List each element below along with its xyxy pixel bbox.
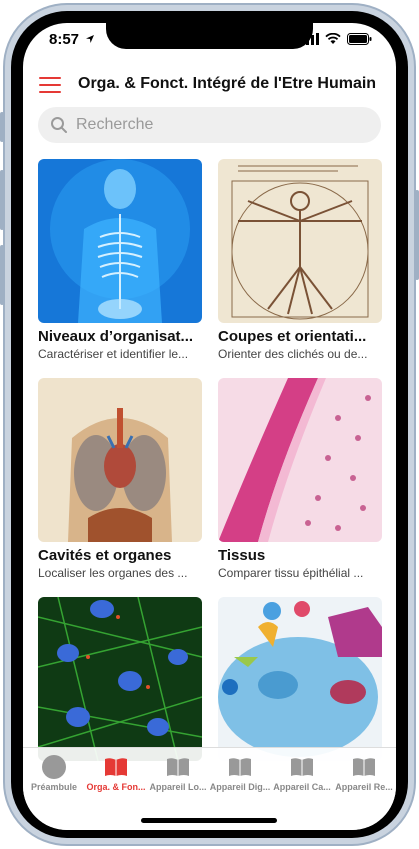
card-subtitle: Localiser les organes des ... [38, 566, 188, 580]
side-button [415, 190, 419, 280]
side-button [0, 112, 4, 142]
card-image-vitruvian [218, 159, 382, 323]
book-icon [105, 758, 127, 776]
card-image-cells [38, 597, 202, 761]
status-time: 8:57 [49, 31, 95, 48]
module-card[interactable]: Niveaux d’organisat... Caractériser et i… [38, 159, 202, 361]
search-icon [51, 117, 67, 133]
tab-label: Appareil Ca... [273, 782, 331, 792]
book-icon [353, 758, 375, 776]
screen: 8:57 Orga. & Fonct. Intégré de l'Etre Hu… [23, 23, 396, 830]
side-button [0, 170, 4, 230]
tab-label: Orga. & Fon... [86, 782, 146, 792]
tab-label: Appareil Re... [335, 782, 393, 792]
home-indicator [141, 818, 277, 823]
status-icons [301, 33, 372, 45]
book-icon [229, 758, 251, 776]
location-arrow-icon [86, 35, 95, 43]
tab-label: Appareil Lo... [149, 782, 207, 792]
card-image-skeleton [38, 159, 202, 323]
tab-appareil-lo[interactable]: Appareil Lo... [147, 754, 209, 792]
module-card[interactable] [218, 597, 382, 768]
search-input[interactable] [76, 116, 366, 134]
module-card[interactable]: Cavités et organes Localiser les organes… [38, 378, 202, 580]
app-header: Orga. & Fonct. Intégré de l'Etre Humain [23, 71, 396, 101]
card-image-cell-structure [218, 597, 382, 761]
card-title: Coupes et orientati... [218, 328, 367, 345]
card-subtitle: Caractériser et identifier le... [38, 347, 189, 361]
search-bar[interactable] [38, 107, 381, 143]
circle-icon [42, 755, 66, 779]
card-title: Cavités et organes [38, 547, 172, 564]
card-subtitle: Orienter des clichés ou de... [218, 347, 368, 361]
hamburger-icon[interactable] [39, 77, 61, 93]
card-subtitle: Comparer tissu épithélial ... [218, 566, 364, 580]
book-icon [291, 758, 313, 776]
notch [106, 23, 313, 49]
card-image-organs [38, 378, 202, 542]
module-card[interactable]: Coupes et orientati... Orienter des clic… [218, 159, 382, 361]
tab-orga-fonct[interactable]: Orga. & Fon... [85, 754, 147, 792]
tab-appareil-dig[interactable]: Appareil Dig... [209, 754, 271, 792]
page-title: Orga. & Fonct. Intégré de l'Etre Humain [78, 75, 377, 92]
signal-icon [301, 33, 319, 45]
battery-icon [347, 33, 372, 45]
tab-label: Appareil Dig... [209, 782, 271, 792]
tab-preambule[interactable]: Préambule [23, 754, 85, 792]
card-image-tissue [218, 378, 382, 542]
wifi-icon [325, 33, 341, 44]
card-title: Niveaux d’organisat... [38, 328, 194, 345]
module-card[interactable] [38, 597, 202, 768]
tab-label: Préambule [30, 782, 78, 792]
module-card[interactable]: Tissus Comparer tissu épithélial ... [218, 378, 382, 580]
card-title: Tissus [218, 547, 266, 564]
book-icon [167, 758, 189, 776]
tab-appareil-ca[interactable]: Appareil Ca... [271, 754, 333, 792]
tab-appareil-re[interactable]: Appareil Re... [333, 754, 395, 792]
side-button [0, 245, 4, 305]
